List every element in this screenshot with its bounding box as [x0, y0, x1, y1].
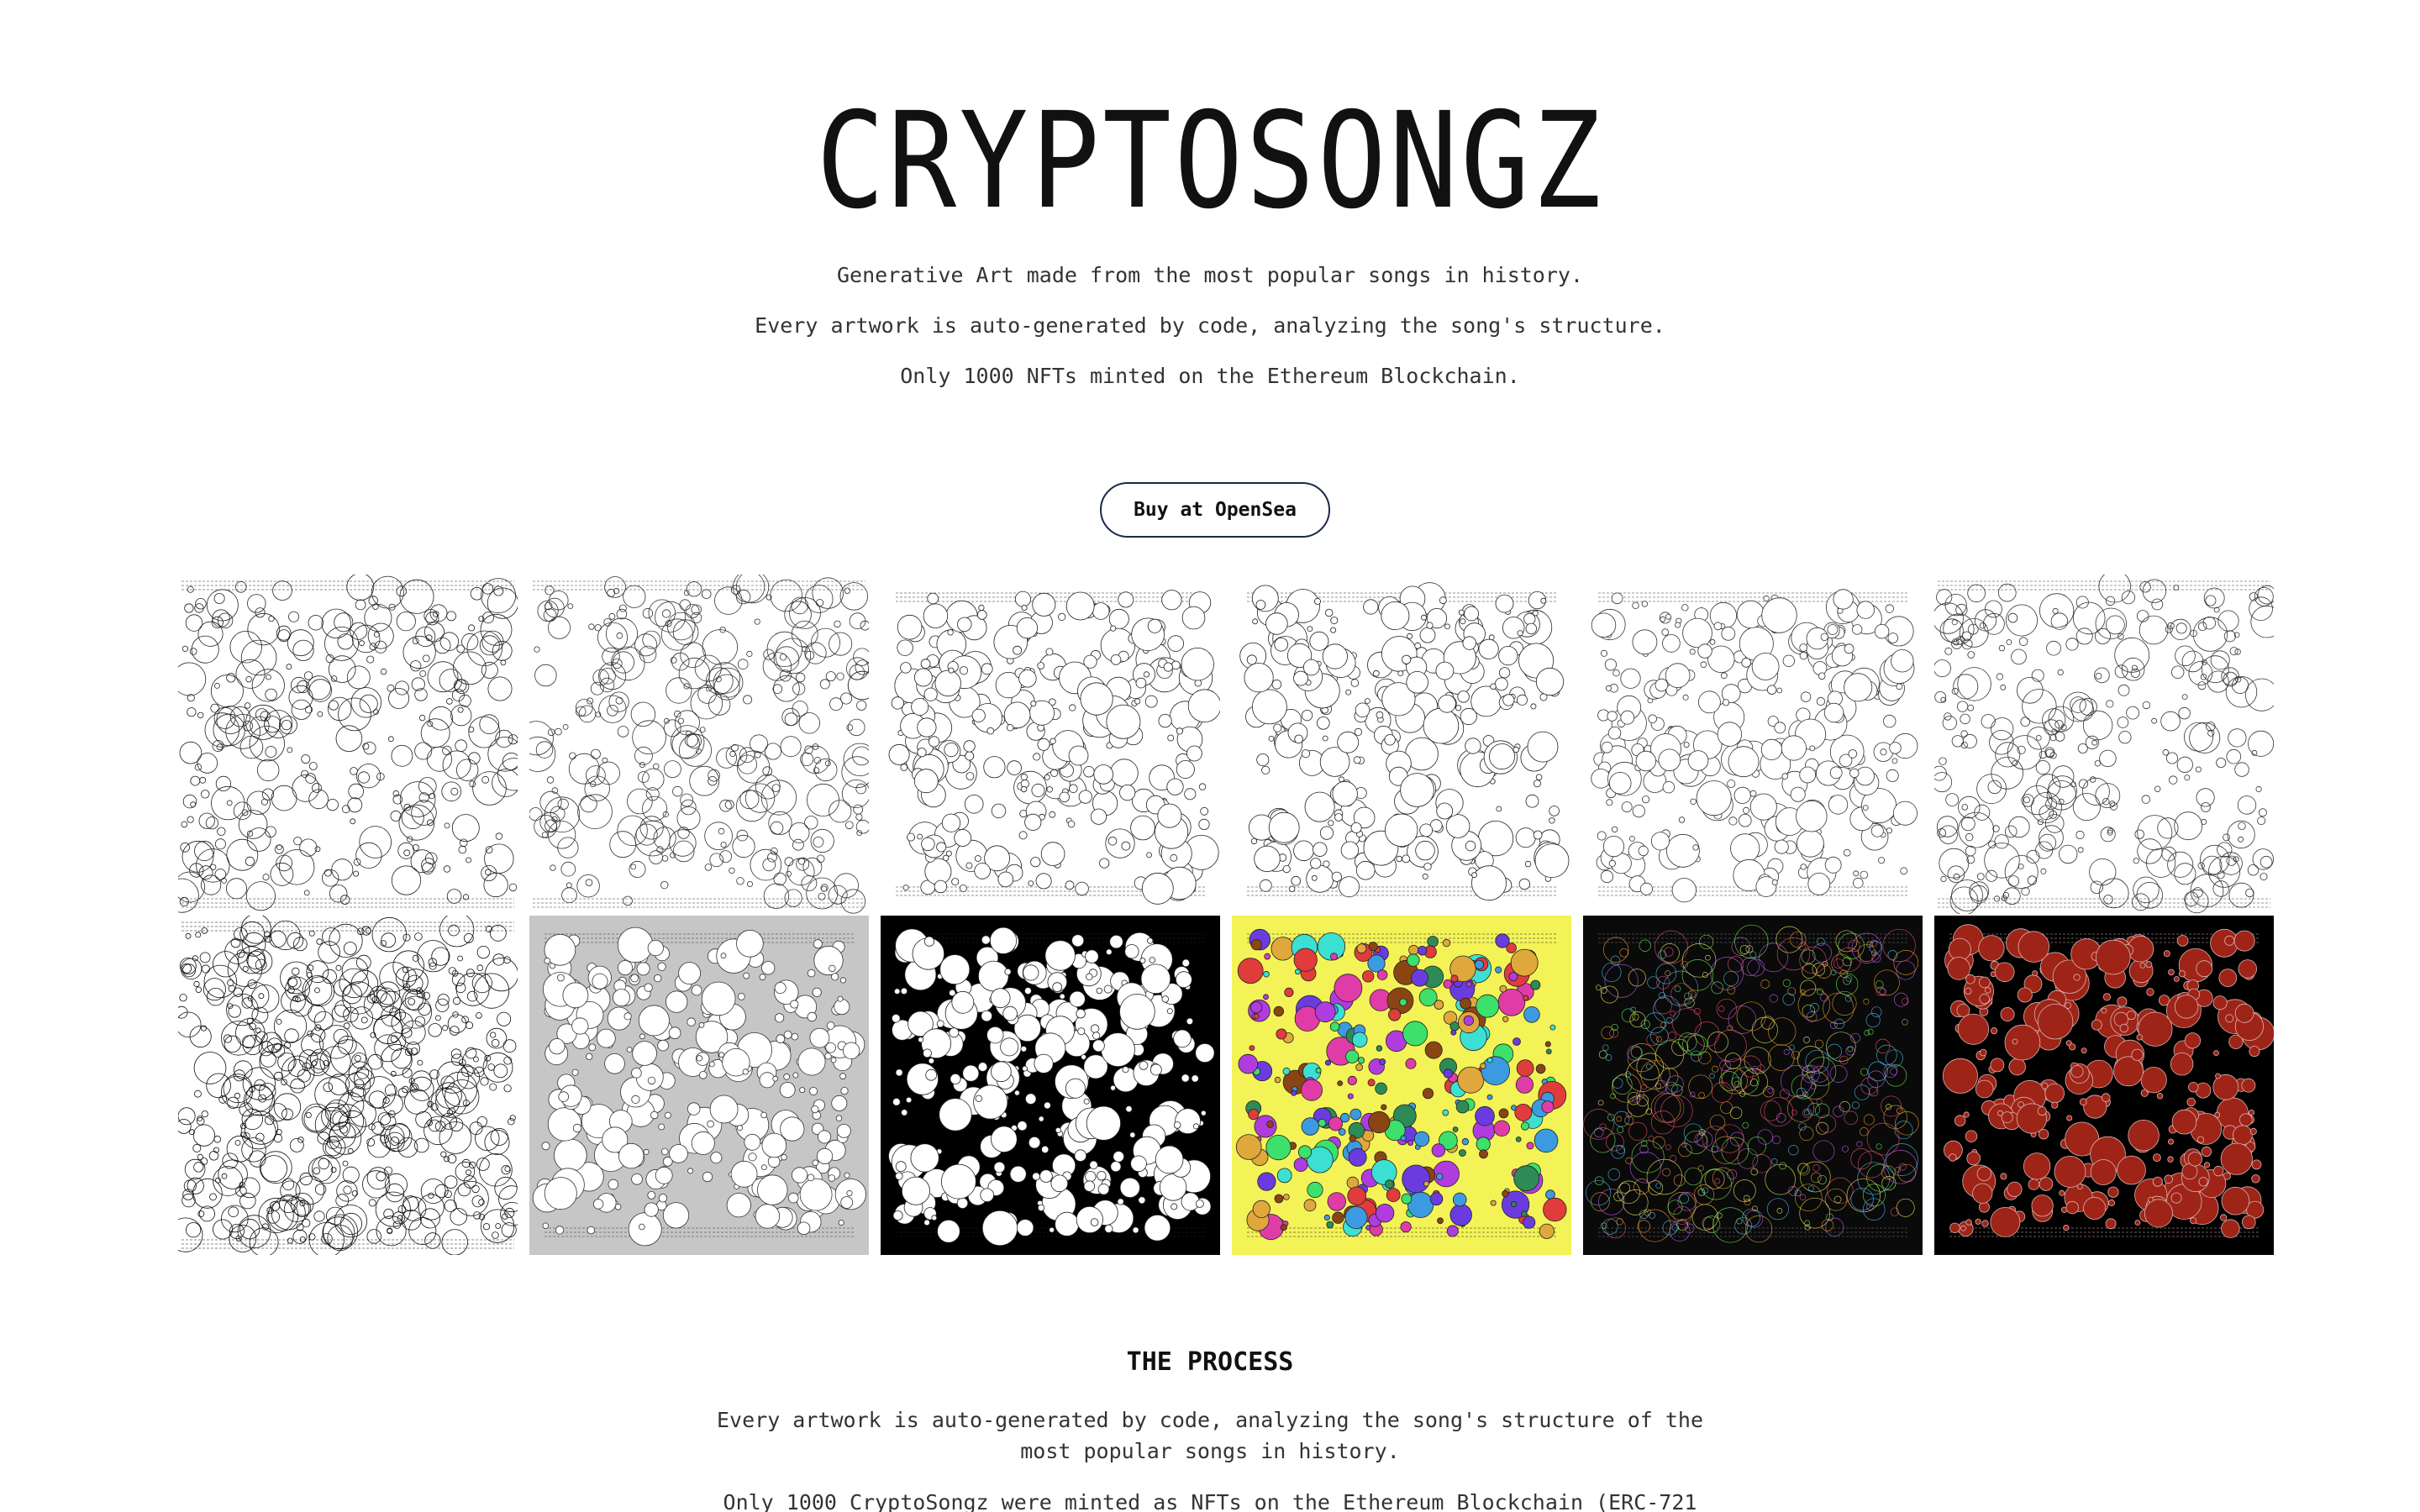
buy-at-opensea-button[interactable]: Buy at OpenSea	[1100, 482, 1330, 538]
artwork-image	[881, 916, 1220, 1255]
landing-page: CRYPTOSONGZ Generative Art made from the…	[0, 0, 2420, 1512]
artwork-image	[1934, 575, 2274, 914]
artwork-image	[178, 916, 518, 1255]
artwork-image	[1232, 575, 1571, 914]
process-section-title: THE PROCESS	[1126, 1347, 1294, 1377]
process-paragraph-2: Only 1000 CryptoSongz were minted as NFT…	[723, 1490, 1697, 1512]
artwork-image	[881, 575, 1220, 914]
process-paragraph-1: Every artwork is auto-generated by code,…	[717, 1408, 1703, 1463]
artwork-tile[interactable]	[1583, 575, 1923, 914]
tagline-auto-generated: Every artwork is auto-generated by code,…	[755, 313, 1665, 338]
artwork-tile[interactable]	[1232, 916, 1571, 1255]
artwork-tile[interactable]	[178, 575, 518, 914]
artwork-tile[interactable]	[881, 575, 1220, 914]
artwork-tile[interactable]	[1934, 575, 2274, 914]
artwork-image	[1232, 916, 1571, 1255]
artwork-image	[1934, 916, 2274, 1255]
artwork-image	[1583, 916, 1923, 1255]
artwork-tile[interactable]	[881, 916, 1220, 1255]
artwork-image	[529, 575, 869, 914]
artwork-image	[529, 916, 869, 1255]
tagline-generative-art: Generative Art made from the most popula…	[836, 263, 1584, 287]
artwork-image	[178, 575, 518, 914]
artwork-tile[interactable]	[1583, 916, 1923, 1255]
tagline-nft-count: Only 1000 NFTs minted on the Ethereum Bl…	[900, 364, 1520, 388]
artwork-tile[interactable]	[178, 916, 518, 1255]
artwork-tile[interactable]	[1934, 916, 2274, 1255]
artwork-tile[interactable]	[1232, 575, 1571, 914]
site-title: CRYPTOSONGZ	[816, 84, 1604, 239]
artwork-tile[interactable]	[529, 916, 869, 1255]
artwork-tile[interactable]	[529, 575, 869, 914]
artwork-image	[1583, 575, 1923, 914]
